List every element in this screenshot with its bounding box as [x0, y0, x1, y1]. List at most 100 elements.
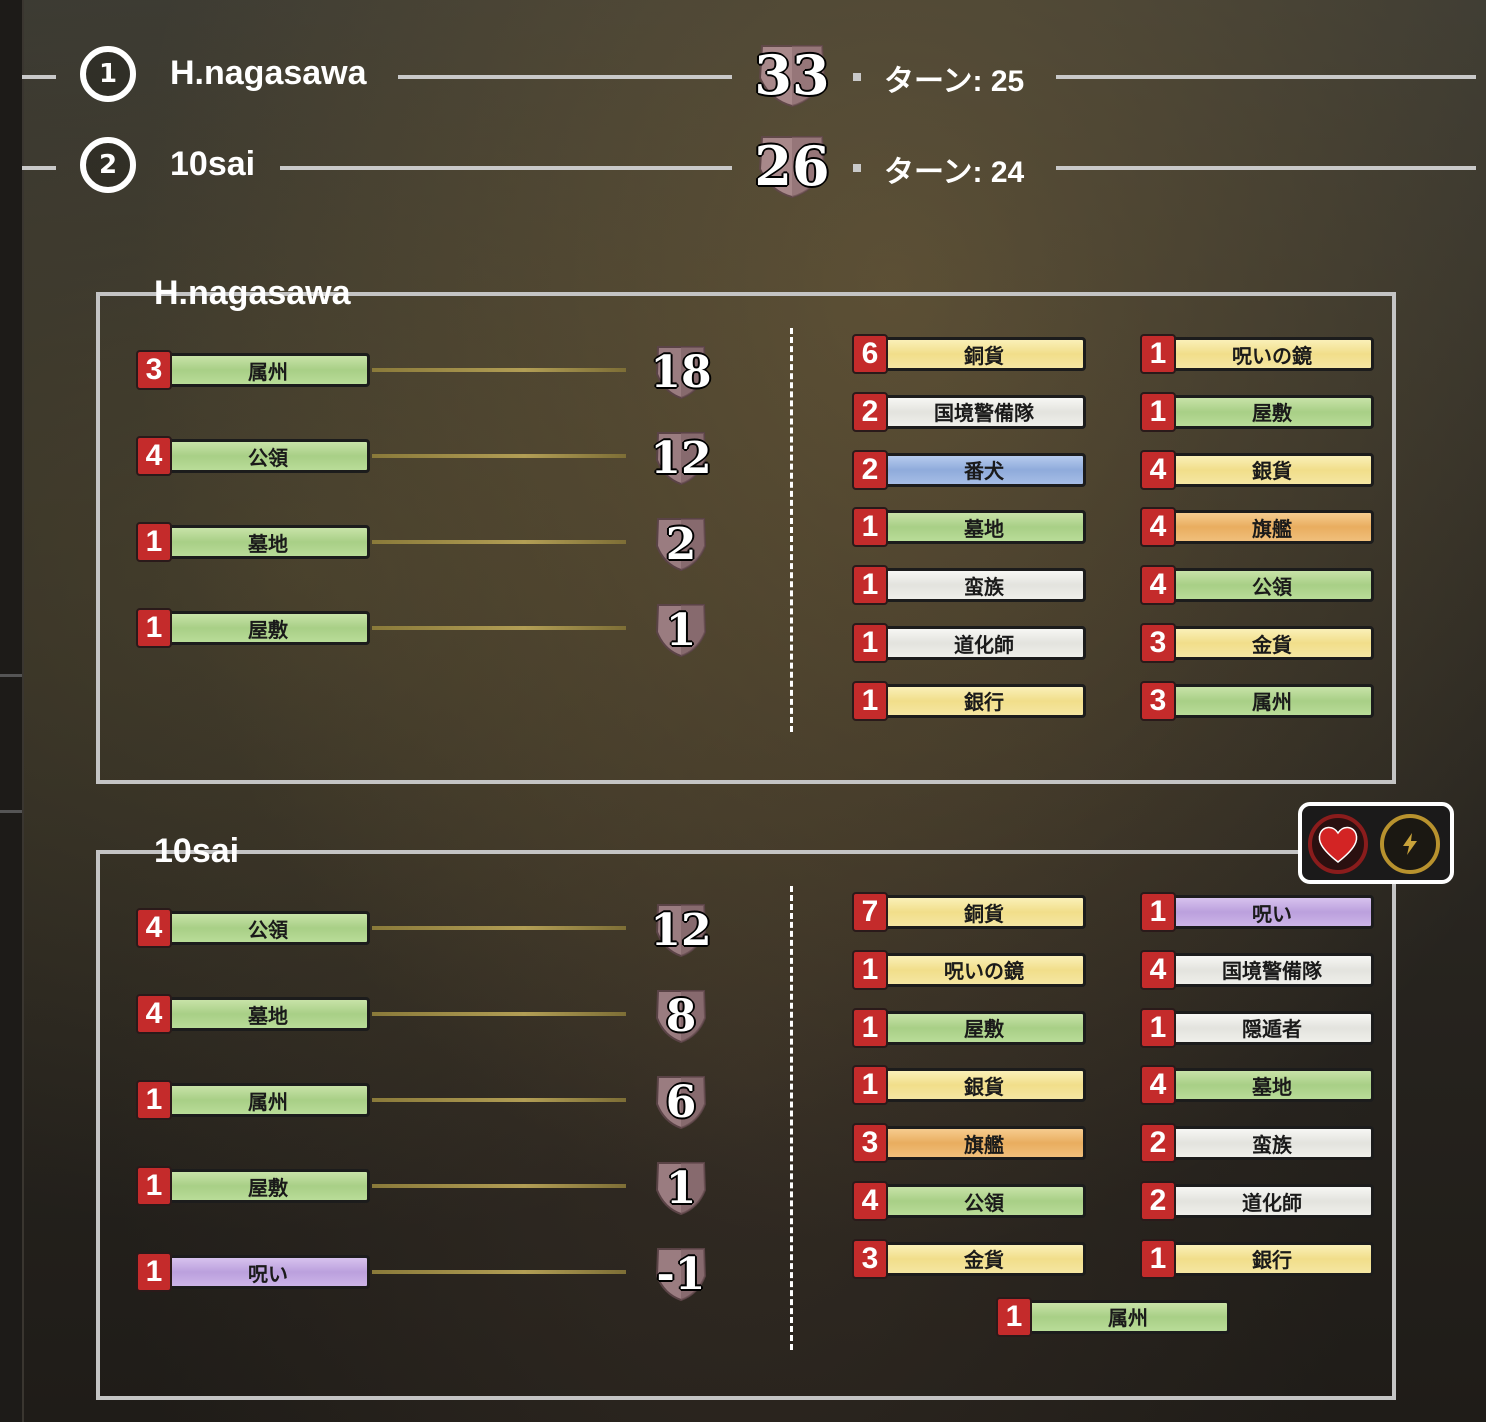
card-stack[interactable]: 墓地 1	[852, 507, 1086, 548]
card-stack[interactable]: 属州 3	[136, 350, 370, 390]
card-name: 屋敷	[882, 1010, 1086, 1045]
card-name: 国境警備隊	[1170, 952, 1374, 987]
card-stack[interactable]: 旗艦 3	[852, 1123, 1086, 1164]
card-stack[interactable]: 属州 3	[1140, 680, 1374, 721]
card-name: 墓地	[882, 510, 1086, 545]
score-connector	[372, 1012, 626, 1016]
card-stack[interactable]: 属州 1	[996, 1296, 1230, 1337]
card-count: 1	[996, 1296, 1032, 1337]
card-stack[interactable]: 道化師 2	[1140, 1181, 1374, 1221]
card-count: 1	[136, 608, 172, 648]
card-stack[interactable]: 公領 4	[1140, 565, 1374, 606]
card-stack[interactable]: 蛮族 2	[1140, 1123, 1374, 1164]
player-panel-h-nagasawa: H.nagasawa 属州 3 18 公領 4 12 墓地 1 2 屋敷 1 1 銅貨 6 呪いの鏡 1 国境警…	[96, 274, 1396, 784]
card-name: 呪いの鏡	[1170, 337, 1374, 371]
card-name: 銅貨	[882, 337, 1086, 371]
score-connector	[372, 368, 626, 372]
card-stack[interactable]: 屋敷 1	[1140, 391, 1374, 432]
card-count: 1	[136, 1166, 172, 1206]
card-count: 1	[1140, 892, 1176, 932]
left-edge-bar	[0, 0, 24, 1422]
card-name: 属州	[166, 353, 370, 387]
card-stack[interactable]: 金貨 3	[852, 1238, 1086, 1279]
card-stack[interactable]: 銀行 1	[1140, 1238, 1374, 1279]
card-name: 公領	[882, 1184, 1086, 1218]
lightning-icon[interactable]	[1380, 814, 1440, 874]
card-stack[interactable]: 公領 4	[136, 908, 370, 948]
card-stack[interactable]: 国境警備隊 2	[852, 391, 1086, 432]
card-name: 属州	[1170, 683, 1374, 718]
points-shield: 1	[652, 602, 710, 658]
rank-badge: 1	[80, 46, 136, 102]
card-stack[interactable]: 蛮族 1	[852, 565, 1086, 606]
card-stack[interactable]: 墓地 4	[136, 994, 370, 1034]
card-name: 蛮族	[1170, 1126, 1374, 1161]
card-count: 1	[852, 565, 888, 606]
card-stack[interactable]: 旗艦 4	[1140, 507, 1374, 548]
turn-count: ターン: 25	[884, 65, 1025, 98]
card-name: 公領	[166, 911, 370, 945]
turn-count: ターン: 24	[884, 156, 1025, 189]
score-connector	[372, 1184, 626, 1188]
panel-title: 10sai	[154, 832, 240, 870]
card-stack[interactable]: 呪い 1	[1140, 892, 1374, 932]
card-name: 旗艦	[882, 1126, 1086, 1161]
card-stack[interactable]: 属州 1	[136, 1080, 370, 1120]
player-name: H.nagasawa	[170, 54, 367, 92]
card-count: 4	[1140, 949, 1176, 990]
card-name: 公領	[1170, 568, 1374, 603]
card-count: 1	[1140, 334, 1176, 374]
card-stack[interactable]: 屋敷 1	[136, 1166, 370, 1206]
card-stack[interactable]: 銅貨 7	[852, 892, 1086, 932]
card-stack[interactable]: 銀行 1	[852, 680, 1086, 721]
card-stack[interactable]: 銀貨 1	[852, 1065, 1086, 1106]
icon-badges	[1298, 802, 1454, 884]
card-count: 2	[1140, 1181, 1176, 1221]
card-name: 屋敷	[166, 611, 370, 645]
card-stack[interactable]: 呪い 1	[136, 1252, 370, 1292]
card-count: 4	[1140, 507, 1176, 548]
card-stack[interactable]: 番犬 2	[852, 449, 1086, 490]
card-name: 呪い	[1170, 895, 1374, 929]
card-stack[interactable]: 呪いの鏡 1	[852, 949, 1086, 990]
card-stack[interactable]: 隠遁者 1	[1140, 1007, 1374, 1048]
card-count: 1	[1140, 1238, 1176, 1279]
card-stack[interactable]: 墓地 1	[136, 522, 370, 562]
card-count: 3	[852, 1238, 888, 1279]
card-name: 墓地	[166, 525, 370, 559]
card-stack[interactable]: 墓地 4	[1140, 1065, 1374, 1106]
card-count: 2	[1140, 1123, 1176, 1164]
points-shield: -1	[655, 1248, 707, 1302]
card-name: 旗艦	[1170, 510, 1374, 545]
card-count: 3	[1140, 623, 1176, 663]
card-count: 1	[1140, 391, 1176, 432]
card-name: 銀貨	[882, 1068, 1086, 1103]
card-stack[interactable]: 金貨 3	[1140, 623, 1374, 663]
card-count: 3	[136, 350, 172, 390]
card-name: 墓地	[1170, 1068, 1374, 1103]
card-count: 4	[1140, 1065, 1176, 1106]
card-name: 番犬	[882, 452, 1086, 487]
ranking-row-2: 2 10sai 26 ターン: 24	[0, 133, 1486, 203]
score-connector	[372, 540, 626, 544]
points-shield: 1	[652, 1160, 710, 1216]
card-stack[interactable]: 道化師 1	[852, 623, 1086, 663]
card-count: 6	[852, 334, 888, 374]
card-count: 1	[136, 1080, 172, 1120]
heart-icon[interactable]	[1308, 814, 1368, 874]
card-stack[interactable]: 屋敷 1	[136, 608, 370, 648]
card-stack[interactable]: 呪いの鏡 1	[1140, 334, 1374, 374]
card-count: 1	[852, 680, 888, 721]
card-stack[interactable]: 国境警備隊 4	[1140, 949, 1374, 990]
card-stack[interactable]: 公領 4	[852, 1181, 1086, 1221]
card-name: 金貨	[882, 1241, 1086, 1276]
card-stack[interactable]: 屋敷 1	[852, 1007, 1086, 1048]
card-count: 4	[852, 1181, 888, 1221]
card-stack[interactable]: 公領 4	[136, 436, 370, 476]
card-stack[interactable]: 銀貨 4	[1140, 449, 1374, 490]
card-count: 1	[136, 1252, 172, 1292]
card-count: 7	[852, 892, 888, 932]
card-count: 3	[1140, 680, 1176, 721]
card-stack[interactable]: 銅貨 6	[852, 334, 1086, 374]
score-connector	[372, 1098, 626, 1102]
